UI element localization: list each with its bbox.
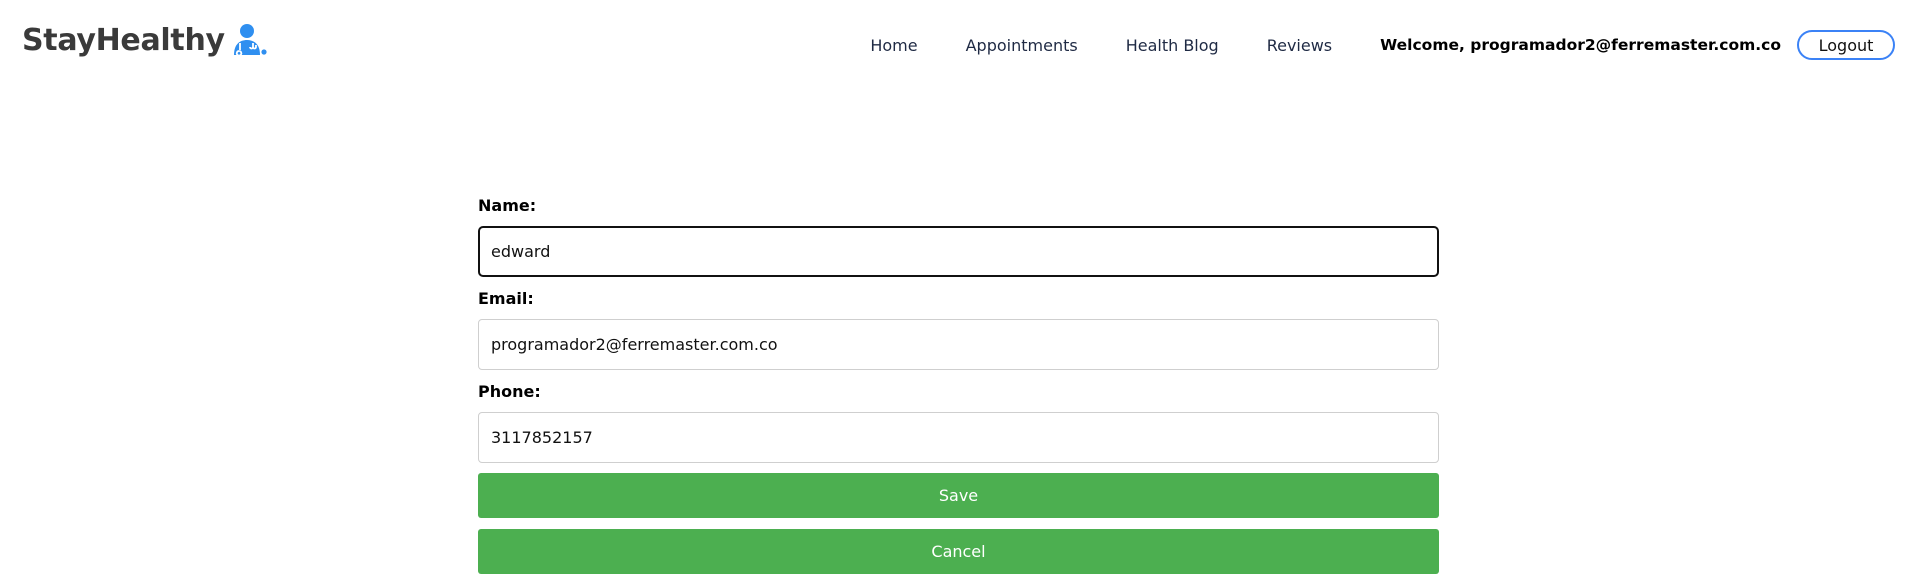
email-input[interactable] (478, 319, 1439, 370)
phone-input[interactable] (478, 412, 1439, 463)
nav-links: Home Appointments Health Blog Reviews We… (870, 30, 1895, 60)
nav-item-home[interactable]: Home (870, 36, 917, 55)
navbar: StayHealthy Home Appointments Health Blo… (0, 0, 1915, 86)
cancel-button[interactable]: Cancel (478, 529, 1439, 574)
profile-form: Name: Email: Phone: Save Cancel (478, 195, 1439, 574)
name-label: Name: (478, 196, 537, 215)
name-input[interactable] (478, 226, 1439, 277)
nav-item-appointments[interactable]: Appointments (966, 36, 1078, 55)
nav-item-reviews[interactable]: Reviews (1267, 36, 1332, 55)
brand-logo-link[interactable]: StayHealthy (22, 22, 267, 58)
phone-label: Phone: (478, 382, 541, 401)
brand-name: StayHealthy (22, 22, 225, 58)
email-label: Email: (478, 289, 534, 308)
save-button[interactable]: Save (478, 473, 1439, 518)
nav-item-health-blog[interactable]: Health Blog (1126, 36, 1219, 55)
welcome-message: Welcome, programador2@ferremaster.com.co (1380, 36, 1781, 54)
logout-button[interactable]: Logout (1797, 30, 1895, 60)
doctor-icon (231, 22, 267, 58)
